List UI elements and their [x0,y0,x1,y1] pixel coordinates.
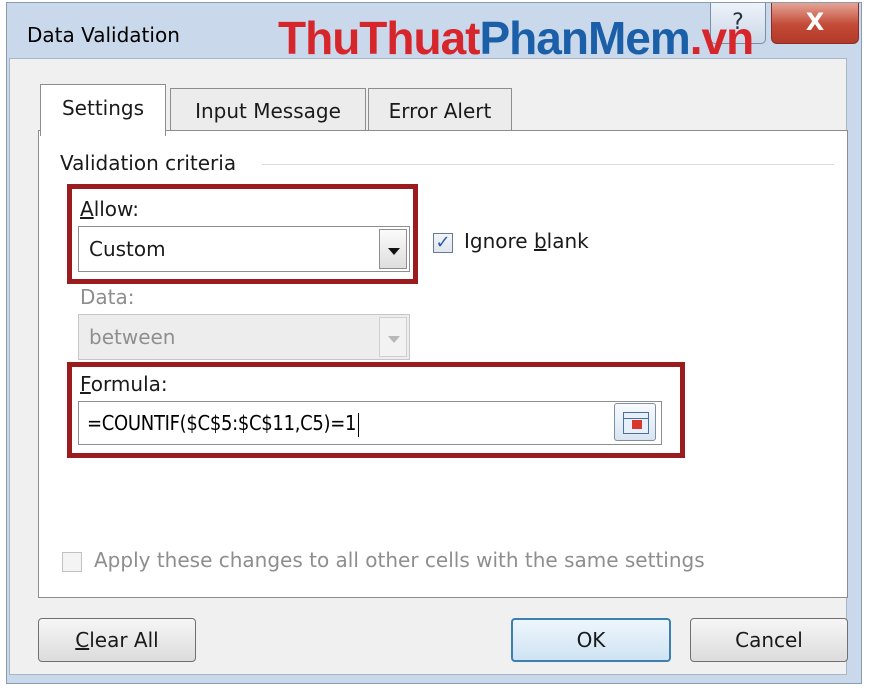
tab-input-message[interactable]: Input Message [170,88,366,131]
apply-all-label[interactable]: Apply these changes to all other cells w… [94,548,705,572]
formula-highlight-box [67,362,685,458]
ignore-blank-checkbox[interactable]: ✓ [433,233,453,253]
tab-error-alert[interactable]: Error Alert [368,88,512,131]
dialog-title: Data Validation [27,23,180,47]
validation-criteria-title: Validation criteria [60,151,247,175]
watermark-part-3: .vn [689,12,754,64]
chevron-down-icon [388,336,400,343]
allow-highlight-box [67,184,418,284]
watermark-part-2: PhanMem [479,12,691,64]
apply-all-checkbox[interactable] [62,552,82,572]
group-divider [262,164,834,165]
data-dropdown-button[interactable] [379,317,407,357]
tab-settings[interactable]: Settings [40,84,166,136]
data-label: Data: [80,285,135,309]
ok-button[interactable]: OK [511,618,671,662]
close-button[interactable]: X [771,3,859,44]
clear-all-button[interactable]: Clear All [38,618,196,662]
data-select-value: between [89,325,176,349]
watermark-logo: ThuThuatPhanMem.vn [278,12,754,64]
watermark-part-1: ThuThuat [278,12,480,64]
cancel-button[interactable]: Cancel [690,618,848,662]
ignore-blank-label[interactable]: Ignore blank [464,229,589,253]
data-select[interactable]: between [78,314,410,360]
